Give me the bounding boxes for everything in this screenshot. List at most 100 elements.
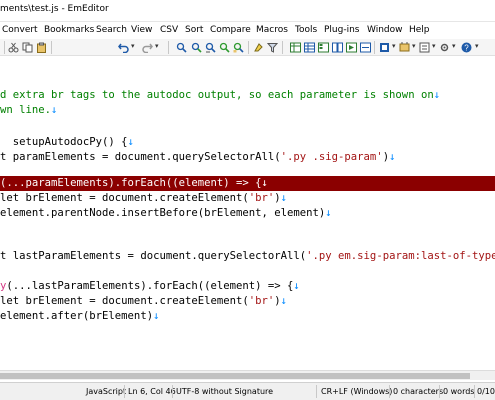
compare-icon[interactable] xyxy=(332,42,343,53)
plugins-icon[interactable] xyxy=(399,42,410,53)
status-divider xyxy=(316,385,317,398)
toolbar: ▾ ▾ ▾ ▾ ▾ ▾ ? ▾ xyxy=(0,39,495,56)
menu-compare[interactable]: Compare xyxy=(210,25,251,35)
menu-tools[interactable]: Tools xyxy=(295,25,317,35)
code-text: (...paramElements).forEach((element) => … xyxy=(0,177,262,189)
status-position[interactable]: Ln 6, Col 46 xyxy=(128,387,176,396)
string-literal: 'br' xyxy=(248,192,275,204)
code-line: t lastParamElements = document.querySele… xyxy=(0,249,495,264)
menu-convert[interactable]: Convert xyxy=(2,25,38,35)
tools-icon[interactable] xyxy=(360,42,371,53)
eol-marker: ↓ xyxy=(293,280,300,292)
csv-grid-icon[interactable] xyxy=(304,42,315,53)
string-literal: 'br' xyxy=(248,295,275,307)
copy-icon[interactable] xyxy=(22,42,33,53)
status-word-count: 0 words xyxy=(443,387,475,396)
macros-icon[interactable] xyxy=(346,42,357,53)
csv-icon[interactable] xyxy=(290,42,301,53)
eol-marker: ↓ xyxy=(389,151,396,163)
menu-plugins[interactable]: Plug-ins xyxy=(324,25,360,35)
menu-window[interactable]: Window xyxy=(367,25,403,35)
status-divider xyxy=(474,385,475,398)
text-editor[interactable]: d extra br tags to the autodoc output, s… xyxy=(0,57,495,377)
code-text: let brElement = document.createElement( xyxy=(0,192,249,204)
code-line-highlighted: (...paramElements).forEach((element) => … xyxy=(0,176,495,191)
find-prev-icon[interactable] xyxy=(205,42,216,53)
status-bar: JavaScript Ln 6, Col 46 UTF-8 without Si… xyxy=(0,382,495,400)
code-line: let brElement = document.createElement('… xyxy=(0,191,287,206)
menu-view[interactable]: View xyxy=(131,25,152,35)
status-divider xyxy=(389,385,390,398)
scrollbar-thumb[interactable] xyxy=(0,373,470,379)
status-divider xyxy=(172,385,173,398)
bookmark-dropdown-icon[interactable]: ▾ xyxy=(392,42,396,50)
string-literal: '.py .sig-param' xyxy=(280,151,383,163)
settings-dropdown-icon[interactable]: ▾ xyxy=(452,42,456,50)
code-line: y(...lastParamElements).forEach((element… xyxy=(0,279,300,294)
code-line: element.after(brElement)↓ xyxy=(0,309,159,324)
find-icon[interactable] xyxy=(176,42,187,53)
status-encoding[interactable]: UTF-8 without Signature xyxy=(176,387,273,396)
toolbar-separator xyxy=(51,41,52,54)
code-text: t paramElements = document.querySelector… xyxy=(0,151,281,163)
code-line: wn line.↓ xyxy=(0,103,57,118)
find-in-files-icon[interactable] xyxy=(233,42,244,53)
menu-macros[interactable]: Macros xyxy=(256,25,288,35)
horizontal-scrollbar[interactable] xyxy=(0,370,495,380)
eol-marker: ↓ xyxy=(127,136,134,148)
eol-marker: ↓ xyxy=(261,177,268,189)
paste-icon[interactable] xyxy=(36,42,47,53)
code-text: setupAutodocPy() { xyxy=(0,136,128,148)
undo-dropdown-icon[interactable]: ▾ xyxy=(131,42,135,50)
cut-icon[interactable] xyxy=(8,42,19,53)
status-line-ending[interactable]: CR+LF (Windows) xyxy=(321,387,392,396)
redo-dropdown-icon[interactable]: ▾ xyxy=(155,42,159,50)
code-line: let brElement = document.createElement('… xyxy=(0,294,287,309)
eol-marker: ↓ xyxy=(51,104,58,116)
code-text: element.after(brElement) xyxy=(0,310,154,322)
comment-text: d extra br tags to the autodoc output, s… xyxy=(0,89,434,101)
code-text: t lastParamElements = document.querySele… xyxy=(0,250,307,262)
menu-search[interactable]: Search xyxy=(96,25,127,35)
help-icon[interactable]: ? xyxy=(461,42,472,53)
toolbar-separator xyxy=(248,41,249,54)
redo-icon[interactable] xyxy=(142,42,153,53)
eol-marker: ↓ xyxy=(153,310,160,322)
status-char-count: 0 characters xyxy=(393,387,444,396)
settings-icon[interactable] xyxy=(439,42,450,53)
eol-marker: ↓ xyxy=(325,207,332,219)
status-language[interactable]: JavaScript xyxy=(86,387,126,396)
code-text: let brElement = document.createElement( xyxy=(0,295,249,307)
menu-bar: Convert Bookmarks Search View CSV Sort C… xyxy=(0,22,495,39)
toolbar-separator xyxy=(374,41,375,54)
clear-highlight-icon[interactable] xyxy=(253,42,264,53)
undo-icon[interactable] xyxy=(118,42,129,53)
code-line: d extra br tags to the autodoc output, s… xyxy=(0,88,440,103)
help-dropdown-icon[interactable]: ▾ xyxy=(475,42,479,50)
eol-marker: ↓ xyxy=(433,89,441,101)
menu-csv[interactable]: CSV xyxy=(160,25,178,35)
filter-icon[interactable] xyxy=(267,42,278,53)
string-literal: '.py em.sig-param:last-of-type' xyxy=(306,250,495,262)
sort-icon[interactable] xyxy=(318,42,329,53)
menu-bookmarks[interactable]: Bookmarks xyxy=(44,25,94,35)
code-line: t paramElements = document.querySelector… xyxy=(0,150,395,165)
options-icon[interactable] xyxy=(419,42,430,53)
window-title: ments\test.js - EmEditor xyxy=(0,4,109,14)
bookmark-icon[interactable] xyxy=(379,42,390,53)
toolbar-separator xyxy=(282,41,283,54)
find-next-icon[interactable] xyxy=(191,42,202,53)
code-text: (...lastParamElements).forEach((element)… xyxy=(6,280,294,292)
status-divider xyxy=(439,385,440,398)
replace-icon[interactable] xyxy=(219,42,230,53)
status-line-count: 0/107 xyxy=(477,387,495,396)
menu-help[interactable]: Help xyxy=(409,25,430,35)
toolbar-separator xyxy=(4,41,5,54)
code-text: element.parentNode.insertBefore(brElemen… xyxy=(0,207,326,219)
code-line: element.parentNode.insertBefore(brElemen… xyxy=(0,206,332,221)
svg-text:?: ? xyxy=(464,44,469,53)
options-dropdown-icon[interactable]: ▾ xyxy=(432,42,436,50)
code-line: setupAutodocPy() {↓ xyxy=(0,135,134,150)
menu-sort[interactable]: Sort xyxy=(185,25,203,35)
plugins-dropdown-icon[interactable]: ▾ xyxy=(412,42,416,50)
